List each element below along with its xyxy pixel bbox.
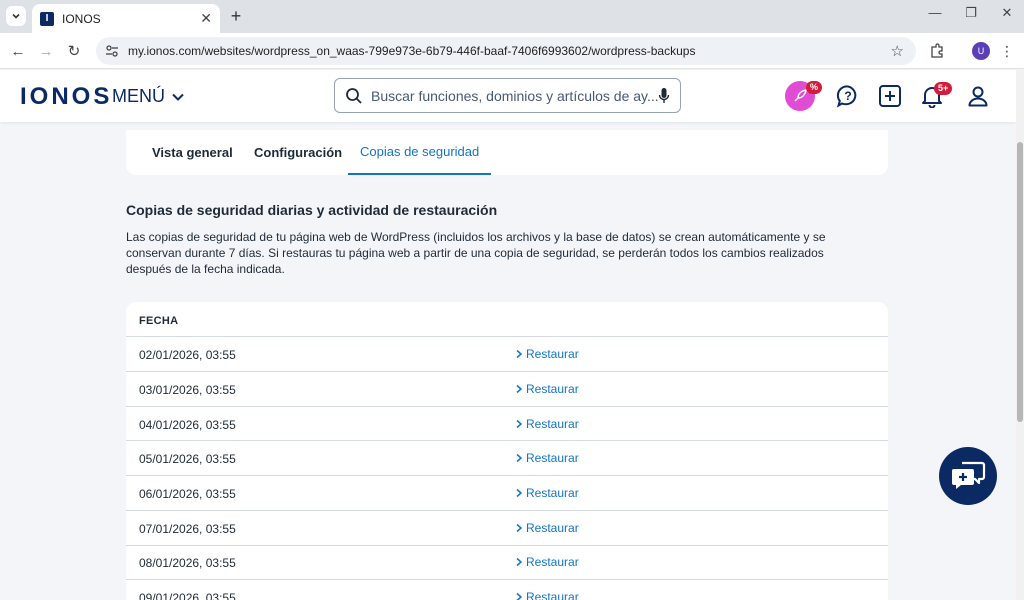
backup-date: 05/01/2026, 03:55 — [139, 452, 236, 466]
restore-icon[interactable]: ❐ — [961, 5, 981, 21]
browser-tab[interactable]: I IONOS ✕ — [32, 4, 220, 33]
table-row: 06/01/2026, 03:55 Restaurar — [126, 476, 888, 510]
restore-label: Restaurar — [526, 486, 579, 500]
profile-avatar[interactable]: U — [972, 42, 990, 60]
chevron-right-icon — [516, 453, 523, 463]
table-row: 04/01/2026, 03:55 Restaurar — [126, 407, 888, 441]
new-tab-button[interactable]: + — [226, 6, 246, 26]
search-box[interactable] — [334, 78, 681, 113]
restore-link[interactable]: Restaurar — [515, 347, 579, 361]
backup-date: 04/01/2026, 03:55 — [139, 418, 236, 432]
section-description: Las copias de seguridad de tu página web… — [126, 230, 826, 276]
forward-arrow-icon[interactable]: → — [36, 41, 56, 61]
add-icon[interactable] — [877, 83, 903, 109]
minimize-icon[interactable]: — — [925, 5, 945, 20]
app-header: IONOS MENÚ ? — [0, 70, 1016, 122]
main-menu-button[interactable]: MENÚ — [112, 86, 185, 107]
menu-label: MENÚ — [112, 86, 165, 106]
search-icon — [346, 87, 362, 104]
restore-label: Restaurar — [526, 451, 579, 465]
chevron-right-icon — [516, 523, 523, 533]
tab-configuracion[interactable]: Configuración — [254, 130, 342, 175]
tab-vista-general[interactable]: Vista general — [152, 130, 233, 175]
chevron-down-icon — [172, 93, 184, 101]
microphone-icon[interactable] — [658, 87, 670, 105]
table-row: 09/01/2026, 03:55 Restaurar — [126, 580, 888, 600]
restore-label: Restaurar — [526, 555, 579, 569]
address-bar[interactable]: my.ionos.com/websites/wordpress_on_waas-… — [96, 37, 916, 65]
chat-support-button[interactable] — [939, 447, 997, 505]
chevron-down-icon — [12, 13, 20, 19]
table-row: 02/01/2026, 03:55 Restaurar — [126, 337, 888, 371]
restore-label: Restaurar — [526, 417, 579, 431]
restore-link[interactable]: Restaurar — [515, 451, 579, 465]
rocket-icon — [794, 89, 807, 102]
chevron-right-icon — [516, 557, 523, 567]
backups-table: FECHA 02/01/2026, 03:55 Restaurar 03/01/… — [126, 302, 888, 600]
extensions-icon[interactable] — [928, 42, 946, 60]
promo-badge: % — [806, 81, 823, 94]
chevron-right-icon — [516, 349, 523, 359]
page-tabs: Vista general Configuración Copias de se… — [126, 130, 888, 175]
backup-date: 02/01/2026, 03:55 — [139, 348, 236, 362]
help-chat-icon[interactable]: ? — [835, 83, 861, 109]
browser-toolbar: ← → ↻ my.ionos.com/websites/wordpress_on… — [0, 33, 1024, 69]
user-account-icon[interactable] — [965, 83, 991, 109]
table-row: 07/01/2026, 03:55 Restaurar — [126, 511, 888, 545]
window-close-icon[interactable]: ✕ — [997, 5, 1017, 21]
restore-label: Restaurar — [526, 521, 579, 535]
restore-link[interactable]: Restaurar — [515, 590, 579, 600]
scrollbar-thumb[interactable] — [1017, 142, 1023, 422]
chevron-right-icon — [516, 384, 523, 394]
restore-link[interactable]: Restaurar — [515, 382, 579, 396]
site-settings-icon[interactable] — [104, 43, 120, 59]
restore-label: Restaurar — [526, 590, 579, 600]
tab-title: IONOS — [62, 11, 101, 26]
restore-link[interactable]: Restaurar — [515, 555, 579, 569]
notification-badge: 5+ — [934, 82, 953, 95]
chevron-right-icon — [516, 419, 523, 429]
reload-icon[interactable]: ↻ — [64, 41, 84, 61]
chevron-right-icon — [516, 592, 523, 600]
backup-date: 06/01/2026, 03:55 — [139, 487, 236, 501]
section-title: Copias de seguridad diarias y actividad … — [126, 202, 498, 218]
svg-text:?: ? — [844, 89, 851, 103]
chevron-right-icon — [516, 488, 523, 498]
column-header-fecha: FECHA — [139, 315, 179, 327]
restore-link[interactable]: Restaurar — [515, 417, 579, 431]
search-input[interactable] — [371, 87, 658, 104]
page-scrollbar[interactable] — [1016, 70, 1024, 600]
tab-copias-de-seguridad[interactable]: Copias de seguridad — [348, 130, 492, 175]
backup-date: 03/01/2026, 03:55 — [139, 383, 236, 397]
browser-tabstrip: I IONOS ✕ + — ❐ ✕ — [0, 0, 1024, 33]
tab-search-button[interactable] — [6, 6, 26, 26]
browser-menu-icon[interactable]: ⋮ — [1000, 42, 1014, 60]
restore-label: Restaurar — [526, 347, 579, 361]
chat-bubbles-icon — [952, 461, 986, 489]
url-text[interactable]: my.ionos.com/websites/wordpress_on_waas-… — [128, 44, 891, 58]
restore-link[interactable]: Restaurar — [515, 486, 579, 500]
bookmark-star-icon[interactable]: ☆ — [891, 42, 904, 60]
backup-date: 09/01/2026, 03:55 — [139, 591, 236, 600]
table-row: 08/01/2026, 03:55 Restaurar — [126, 545, 888, 579]
restore-link[interactable]: Restaurar — [515, 521, 579, 535]
backup-date: 08/01/2026, 03:55 — [139, 556, 236, 570]
table-row: 05/01/2026, 03:55 Restaurar — [126, 441, 888, 475]
table-row: 03/01/2026, 03:55 Restaurar — [126, 372, 888, 406]
backup-date: 07/01/2026, 03:55 — [139, 522, 236, 536]
back-arrow-icon[interactable]: ← — [8, 41, 28, 61]
ionos-favicon-icon: I — [40, 11, 54, 26]
restore-label: Restaurar — [526, 382, 579, 396]
close-icon[interactable]: ✕ — [200, 10, 212, 27]
ionos-logo[interactable]: IONOS — [20, 83, 112, 111]
